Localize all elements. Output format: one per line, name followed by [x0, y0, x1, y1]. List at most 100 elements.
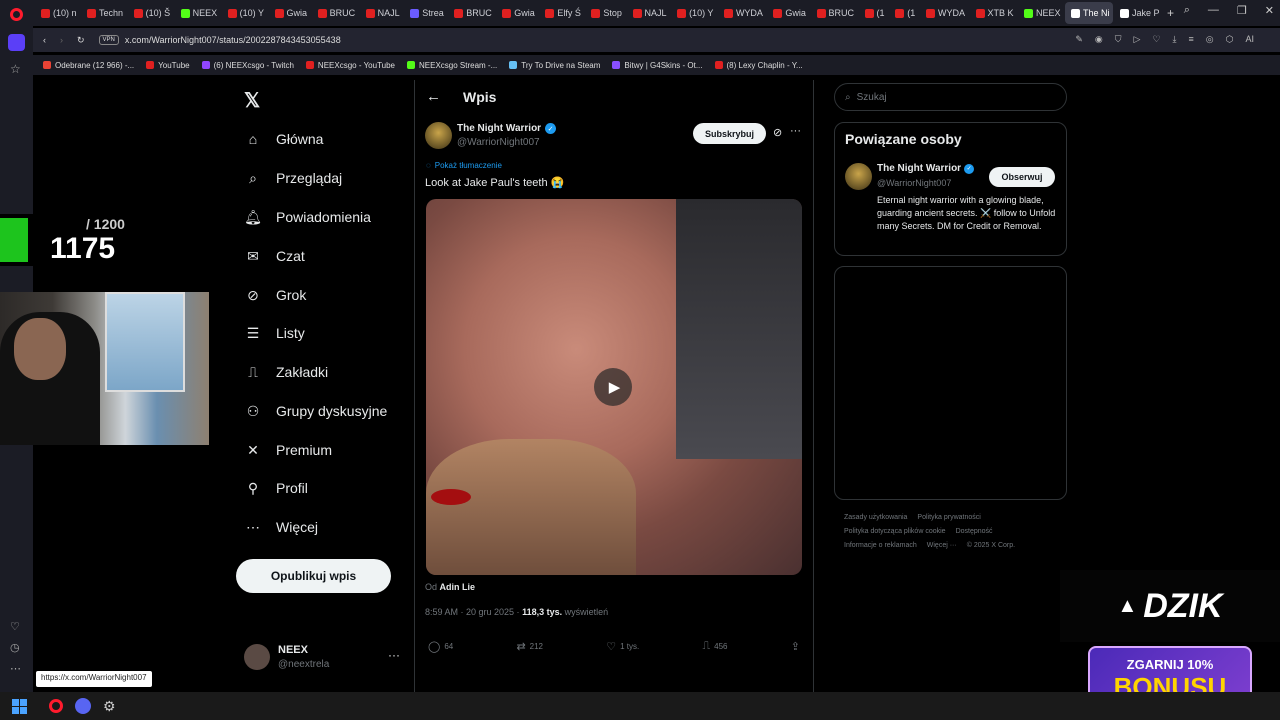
browser-tab[interactable]: Strea — [404, 2, 447, 24]
discord-taskbar-icon[interactable] — [75, 698, 91, 714]
browser-tab[interactable]: NAJL — [360, 2, 404, 24]
browser-tab[interactable]: NEEX — [1018, 2, 1064, 24]
back-icon[interactable]: ‹ — [43, 35, 46, 45]
play-button[interactable]: ▶ — [594, 368, 632, 406]
bookmark-item[interactable]: (6) NEEXcsgo - Twitch — [201, 61, 294, 70]
shield-icon[interactable]: ⛉ — [1115, 34, 1122, 45]
browser-tab[interactable]: Gwia — [496, 2, 538, 24]
nav-item-mail[interactable]: ✉ Czat — [244, 247, 305, 265]
url-field[interactable]: x.com/WarriorNight007/status/20022878434… — [125, 35, 341, 45]
footer-link[interactable]: Polityka dotycząca plików cookie — [844, 528, 946, 535]
related-name[interactable]: The Night Warrior — [877, 163, 961, 174]
like-action[interactable]: ♡ 1 tys. — [606, 640, 639, 653]
nav-item-search[interactable]: ⌕ Przeglądaj — [244, 169, 342, 187]
show-translation-link[interactable]: Pokaż tłumaczenie — [435, 161, 502, 170]
vpn-badge[interactable]: VPN — [98, 35, 119, 45]
nav-item-home[interactable]: ⌂ Główna — [244, 130, 324, 148]
edit-icon[interactable]: ✎ — [1075, 34, 1083, 45]
author-handle[interactable]: @WarriorNight007 — [457, 137, 540, 148]
author-avatar[interactable] — [425, 122, 452, 149]
footer-link[interactable]: Więcej ··· — [927, 542, 957, 549]
browser-tab[interactable]: XTB K — [970, 2, 1018, 24]
x-logo[interactable]: 𝕏 — [244, 88, 260, 113]
browser-tab[interactable]: (10) Š — [128, 2, 174, 24]
browser-tab[interactable]: WYDA — [718, 2, 766, 24]
browser-tab[interactable]: Stop — [585, 2, 625, 24]
account-switcher[interactable]: NEEX @neextrela ··· — [244, 642, 404, 674]
browser-tab[interactable]: Gwia — [269, 2, 311, 24]
subscribe-button[interactable]: Subskrybuj — [693, 123, 766, 144]
minimize-icon[interactable]: — — [1208, 4, 1219, 17]
footer-link[interactable]: Zasady użytkowania — [844, 514, 907, 521]
browser-tab[interactable]: (10) Y — [671, 2, 717, 24]
nav-item-people[interactable]: ⚇ Grupy dyskusyjne — [244, 402, 388, 420]
footer-link[interactable]: Dostępność — [956, 528, 993, 535]
browser-tab[interactable]: BRUC — [448, 2, 495, 24]
history-sidebar-icon[interactable]: ◷ — [10, 641, 20, 654]
author-name[interactable]: The Night Warrior — [457, 123, 541, 134]
browser-tab[interactable]: The Ni — [1065, 2, 1114, 24]
extensions-icon[interactable]: ⬡ — [1226, 34, 1234, 45]
browser-tab[interactable]: (1 — [889, 2, 919, 24]
post-timestamp[interactable]: 8:59 AM · 20 gru 2025 · — [425, 607, 522, 617]
grok-post-icon[interactable]: ⊘ — [773, 126, 782, 139]
ai-icon[interactable]: AI — [1245, 34, 1254, 45]
more-icon[interactable]: ··· — [388, 648, 400, 662]
opera-taskbar-icon[interactable] — [49, 699, 63, 713]
back-arrow-icon[interactable]: ← — [426, 88, 441, 105]
browser-tab[interactable]: (1 — [859, 2, 889, 24]
browser-tab[interactable]: (10) n — [35, 2, 80, 24]
nav-item-more[interactable]: ⋯ Więcej — [244, 518, 318, 536]
bookmark-item[interactable]: Bitwy | G4Skins - Ot... — [612, 61, 703, 70]
browser-tab[interactable]: NAJL — [627, 2, 671, 24]
source-name[interactable]: Adin Lie — [440, 582, 476, 592]
more-sidebar-icon[interactable]: ⋯ — [10, 662, 21, 675]
search-tabs-icon[interactable]: ⌕ — [1184, 4, 1190, 17]
footer-link[interactable]: Polityka prywatności — [917, 514, 980, 521]
heart-sidebar-icon[interactable]: ♡ — [10, 620, 20, 633]
browser-tab[interactable]: BRUC — [811, 2, 858, 24]
close-window-icon[interactable]: ✕ — [1265, 4, 1274, 17]
heart-icon[interactable]: ♡ — [1152, 34, 1160, 45]
maximize-icon[interactable]: ❐ — [1237, 4, 1247, 17]
browser-tab[interactable]: NEEX — [175, 2, 221, 24]
browser-tab[interactable]: (10) Y — [222, 2, 268, 24]
nav-item-person[interactable]: ⚲ Profil — [244, 479, 308, 497]
bookmark-item[interactable]: YouTube — [146, 61, 190, 70]
browser-tab[interactable]: WYDA — [920, 2, 968, 24]
nav-item-bookmark[interactable]: ⎍ Zakładki — [244, 363, 328, 381]
camera-icon[interactable]: ◉ — [1095, 34, 1103, 45]
download-icon[interactable]: ⤓ — [1173, 34, 1177, 45]
bookmark-item[interactable]: NEEXcsgo Stream -... — [407, 61, 497, 70]
home-sidebar-icon[interactable] — [8, 34, 25, 51]
browser-tab[interactable]: Jake P — [1114, 2, 1163, 24]
related-handle[interactable]: @WarriorNight007 — [877, 178, 951, 188]
browser-tab[interactable]: Gwia — [767, 2, 809, 24]
follow-button[interactable]: Obserwuj — [989, 167, 1055, 187]
new-tab-button[interactable]: + — [1167, 6, 1174, 20]
nav-item-grok[interactable]: ⊘ Grok — [244, 286, 306, 304]
play-icon[interactable]: ▷ — [1134, 34, 1141, 45]
post-button[interactable]: Opublikuj wpis — [236, 559, 391, 593]
nav-item-bell[interactable]: 🔔︎ Powiadomienia — [244, 208, 371, 226]
nav-item-list[interactable]: ☰ Listy — [244, 324, 305, 342]
star-sidebar-icon[interactable]: ☆ — [10, 62, 21, 76]
reply-action[interactable]: ◯ 64 — [428, 640, 453, 653]
browser-tab[interactable]: Elfy Ś — [539, 2, 584, 24]
bookmark-item[interactable]: NEEXcsgo - YouTube — [305, 61, 395, 70]
post-video[interactable]: ▶ — [426, 199, 802, 575]
opera-logo[interactable] — [10, 8, 23, 21]
footer-link[interactable]: Informacje o reklamach — [844, 542, 917, 549]
bookmark-item[interactable]: (8) Lexy Chaplin - Y... — [714, 61, 803, 70]
browser-tab[interactable]: Techn — [81, 2, 127, 24]
post-more-icon[interactable]: ··· — [790, 125, 801, 137]
account-icon[interactable]: ◎ — [1206, 34, 1214, 45]
related-avatar[interactable] — [845, 163, 872, 190]
repost-action[interactable]: ⇄ 212 — [516, 640, 543, 653]
menu-icon[interactable]: ≡ — [1189, 34, 1194, 45]
reload-icon[interactable]: ↻ — [77, 35, 85, 46]
browser-tab[interactable]: BRUC — [312, 2, 359, 24]
nav-item-x[interactable]: ✕ Premium — [244, 441, 332, 459]
bookmark-item[interactable]: Odebrane (12 966) -... — [43, 61, 134, 70]
bookmark-action[interactable]: ⎍ 456 — [702, 640, 727, 653]
